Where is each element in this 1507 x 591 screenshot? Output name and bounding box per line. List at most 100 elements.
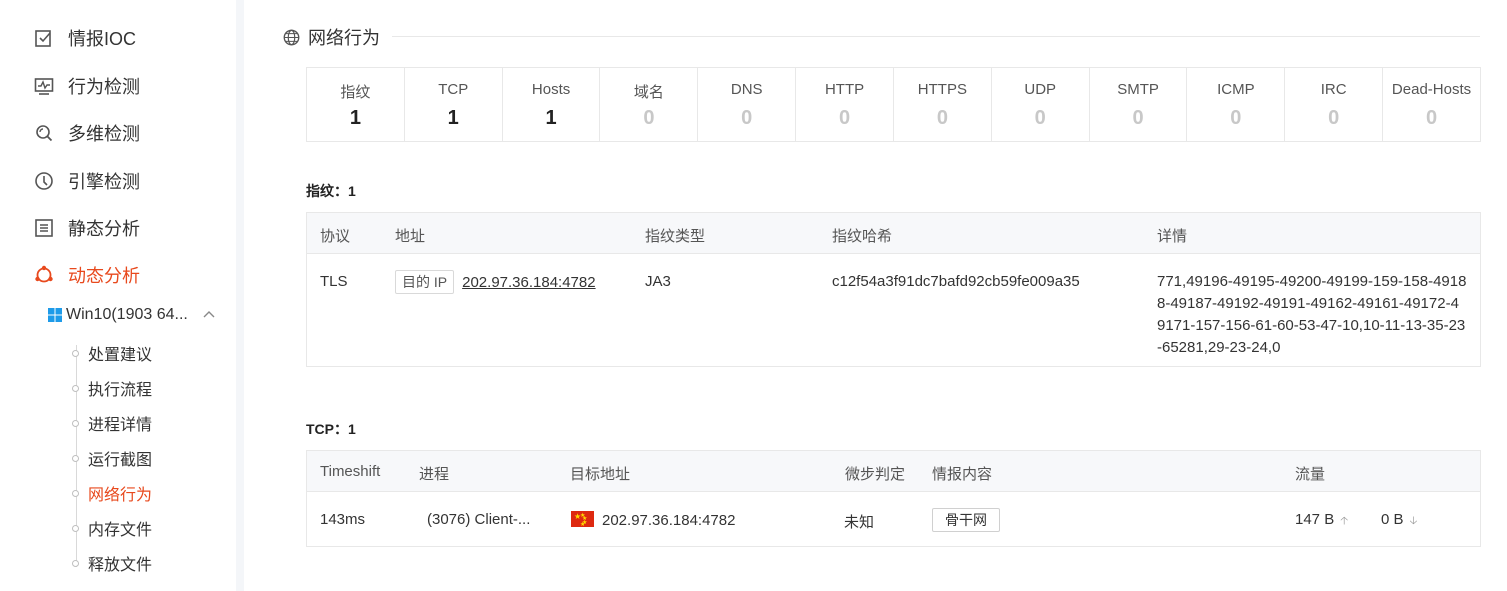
- sub-item-label: 内存文件: [88, 522, 153, 539]
- stat-https[interactable]: HTTPS 0: [894, 68, 992, 141]
- stat-value: 0: [1230, 107, 1242, 129]
- stat-name: ICMP: [1217, 81, 1255, 98]
- stat-value: 0: [1132, 107, 1144, 129]
- stat-name: TCP: [438, 81, 469, 98]
- globe-icon: [283, 29, 300, 45]
- nav-item-static[interactable]: 静态分析: [34, 216, 140, 240]
- arrow-up-icon: 🡡: [1340, 515, 1349, 527]
- windows-icon: [48, 308, 62, 322]
- stat-name: Hosts: [531, 81, 571, 98]
- china-flag-icon: ★ ★ ★ ★ ★: [571, 511, 594, 528]
- stat-value: 0: [1425, 107, 1438, 129]
- sub-item-process[interactable]: 进程详情: [72, 412, 152, 434]
- nav-item-behavior[interactable]: 行为检测: [34, 74, 140, 98]
- list-icon: [34, 218, 54, 238]
- sub-item-flow[interactable]: 执行流程: [72, 377, 152, 399]
- target-address: 202.97.36.184:4782: [602, 512, 736, 529]
- nav-label: 动态分析: [68, 266, 140, 286]
- nav-item-engine[interactable]: 引擎检测: [34, 169, 140, 193]
- tree-dot: [72, 524, 79, 532]
- divider: [392, 36, 1480, 37]
- traffic-down: 0 B 🡣: [1381, 511, 1417, 531]
- col-hash: 指纹哈希: [832, 228, 893, 245]
- stat-smtp[interactable]: SMTP 0: [1090, 68, 1188, 141]
- sub-item-dropped[interactable]: 释放文件: [72, 552, 152, 574]
- stat-dead-hosts[interactable]: Dead-Hosts 0: [1383, 68, 1480, 141]
- table-header: 协议 地址 指纹类型 指纹哈希 详情: [307, 213, 1480, 254]
- traffic-up: 147 B 🡡: [1295, 511, 1348, 531]
- stat-domain[interactable]: 域名 0: [600, 68, 699, 141]
- col-type: 指纹类型: [645, 228, 706, 245]
- ubuntu-icon: [34, 265, 54, 285]
- stat-name: HTTPS: [917, 81, 967, 98]
- verdict-cell: 未知: [844, 514, 875, 531]
- stat-name: SMTP: [1117, 81, 1159, 98]
- sidebar: 情报IOC 行为检测 多维检测 引擎检测 静态分析 动态分析 Win10(190…: [0, 0, 236, 591]
- table-header: Timeshift 进程 目标地址 微步判定 情报内容 流量: [307, 451, 1480, 492]
- type-cell: JA3: [645, 273, 671, 290]
- details-cell: 771,49196-49195-49200-49199-159-158-4918…: [1157, 273, 1467, 356]
- stat-irc[interactable]: IRC 0: [1285, 68, 1384, 141]
- sub-item-label: 执行流程: [88, 382, 153, 399]
- sub-item-screenshot[interactable]: 运行截图: [72, 447, 152, 469]
- nav-label: 行为检测: [68, 77, 140, 97]
- nav-item-dynamic[interactable]: 动态分析: [34, 263, 140, 287]
- stat-icmp[interactable]: ICMP 0: [1187, 68, 1286, 141]
- col-details: 详情: [1157, 228, 1188, 245]
- tcp-title: TCP：1: [306, 421, 356, 437]
- checklist-icon: [34, 28, 54, 48]
- nav-item-ioc[interactable]: 情报IOC: [34, 26, 136, 50]
- intel-cell: 骨干网: [932, 508, 1000, 532]
- col-traffic: 流量: [1295, 466, 1326, 483]
- search-cycle-icon: [34, 123, 54, 143]
- intel-tag-button[interactable]: 骨干网: [932, 508, 1000, 532]
- sub-item-label: 运行截图: [88, 452, 153, 469]
- tree-dot: [72, 489, 79, 497]
- upload-bytes: 147 B: [1295, 511, 1335, 528]
- address-cell: 目的 IP 202.97.36.184:4782: [395, 270, 596, 294]
- stat-name: 域名: [633, 84, 664, 101]
- stats-bar: 指纹 1 TCP 1 Hosts 1 域名 0 DNS 0 HTTP 0 HTTPS 0 UD…: [306, 67, 1481, 142]
- tree-dot: [72, 384, 79, 392]
- fingerprint-title: 指纹：1: [306, 183, 356, 199]
- sub-item-memory[interactable]: 内存文件: [72, 517, 152, 539]
- section-header: 网络行为: [283, 24, 380, 50]
- sandbox-env-label: Win10(1903 64...: [66, 306, 188, 323]
- col-verdict: 微步判定: [845, 466, 906, 483]
- stat-name: DNS: [730, 81, 763, 98]
- stat-name: 指纹: [340, 84, 371, 101]
- stat-value: 0: [643, 107, 655, 129]
- nav-item-multi[interactable]: 多维检测: [34, 121, 140, 145]
- stat-name: Dead-Hosts: [1391, 81, 1472, 98]
- nav-label: 静态分析: [68, 219, 140, 239]
- process-cell[interactable]: (3076) Client-...: [427, 511, 530, 528]
- tree-dot: [72, 349, 79, 357]
- tree-dot: [72, 419, 79, 427]
- col-address: 地址: [395, 228, 426, 245]
- nav-label: 多维检测: [68, 124, 140, 144]
- stat-hosts[interactable]: Hosts 1: [503, 68, 601, 141]
- col-protocol: 协议: [320, 228, 351, 245]
- col-target: 目标地址: [570, 466, 631, 483]
- stat-dns[interactable]: DNS 0: [698, 68, 797, 141]
- engine-icon: [34, 171, 54, 191]
- sub-item-network[interactable]: 网络行为: [72, 482, 152, 504]
- stat-udp[interactable]: UDP 0: [992, 68, 1090, 141]
- sub-item-label: 进程详情: [88, 417, 153, 434]
- stat-value: 0: [936, 107, 948, 129]
- stat-fingerprint[interactable]: 指纹 1: [307, 68, 405, 141]
- protocol-cell: TLS: [320, 273, 348, 290]
- arrow-down-icon: 🡣: [1409, 515, 1418, 527]
- col-intel: 情报内容: [932, 466, 993, 483]
- hash-cell: c12f54a3f91dc7bafd92cb59fe009a35: [832, 273, 1080, 290]
- ip-link[interactable]: 202.97.36.184:4782: [462, 274, 595, 291]
- target-cell: ★ ★ ★ ★ ★ 202.97.36.184:4782: [571, 511, 735, 529]
- sandbox-env-toggle[interactable]: Win10(1903 64...: [48, 303, 216, 327]
- sub-item-advice[interactable]: 处置建议: [72, 342, 152, 364]
- stat-http[interactable]: HTTP 0: [796, 68, 894, 141]
- stat-tcp[interactable]: TCP 1: [405, 68, 503, 141]
- sidebar-divider: [236, 0, 244, 591]
- stat-name: IRC: [1320, 81, 1347, 98]
- sub-item-label: 处置建议: [88, 347, 153, 364]
- sub-item-label: 网络行为: [88, 487, 153, 504]
